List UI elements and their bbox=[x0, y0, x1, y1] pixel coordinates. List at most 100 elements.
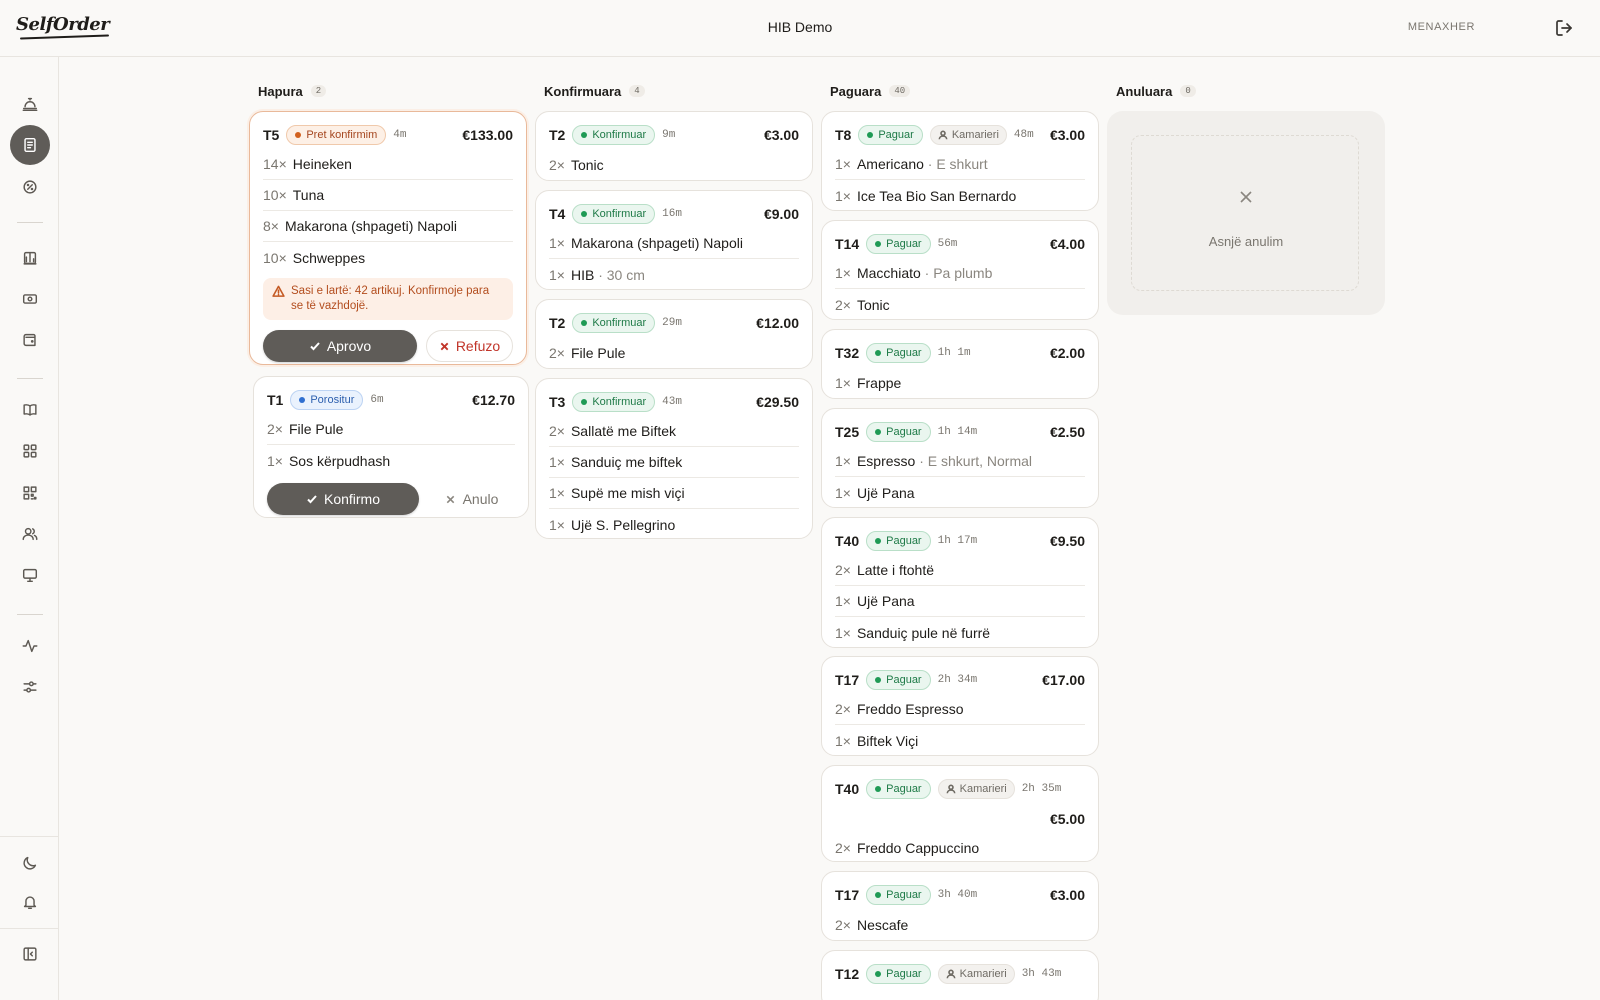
nav-service-bell[interactable] bbox=[10, 84, 50, 124]
order-age: 56m bbox=[937, 238, 958, 250]
nav-activity[interactable] bbox=[10, 626, 50, 666]
nav-staff[interactable] bbox=[10, 514, 50, 554]
collapse-sidebar-button[interactable] bbox=[10, 934, 50, 974]
line-item: Frappe bbox=[856, 374, 902, 391]
nav-payments[interactable] bbox=[10, 279, 50, 319]
waiter-badge: Kamarieri bbox=[937, 964, 1015, 984]
cancel-order-button[interactable]: Anulo bbox=[428, 483, 515, 515]
order-age: 1h 17m bbox=[937, 535, 978, 547]
order-line: 10× Schweppes bbox=[263, 242, 513, 273]
card-header: T17 Paguar 2h 34m €17.00 bbox=[835, 657, 1085, 703]
line-qty: 14× bbox=[263, 156, 287, 172]
card-header: T14 Paguar 56m €4.00 bbox=[835, 221, 1085, 267]
card-actions: Aprovo Refuzo bbox=[263, 330, 513, 362]
order-line: 1× Ujë S. Pellegrino bbox=[549, 509, 799, 540]
column-count: 0 bbox=[1180, 85, 1196, 97]
order-age: 3h 40m bbox=[937, 889, 978, 901]
sidebar-divider bbox=[0, 836, 59, 837]
order-card[interactable]: T12 Paguar Kamarieri 3h 43m bbox=[821, 950, 1099, 1000]
status-dot bbox=[581, 320, 588, 326]
order-card[interactable]: T3 Konfirmuar 43m €29.50 2× Sallatë me Biftek… bbox=[535, 378, 813, 539]
order-line: 2× Tonic bbox=[835, 289, 1085, 320]
nav-qr-codes[interactable] bbox=[10, 473, 50, 513]
notifications-button[interactable] bbox=[10, 882, 50, 922]
order-line: 1× Sanduiç pule në furrë bbox=[835, 617, 1085, 648]
confirm-button[interactable]: Konfirmo bbox=[267, 483, 419, 515]
card-header: T3 Konfirmuar 43m €29.50 bbox=[549, 379, 799, 425]
order-card[interactable]: T8 Paguar Kamarieri 48m €3.00 1× Americano · E… bbox=[821, 111, 1099, 211]
card-header: T5 Pret konfirmim 4m €133.00 bbox=[263, 112, 513, 158]
top-bar: SelfOrder HIB Demo MENAXHER bbox=[0, 0, 1600, 57]
order-card[interactable]: T32 Paguar 1h 1m €2.00 1× Frappe bbox=[821, 329, 1099, 399]
order-card[interactable]: T14 Paguar 56m €4.00 1× Macchiato · Pa plumb 2… bbox=[821, 220, 1099, 320]
order-age: 2h 34m bbox=[937, 674, 978, 686]
order-card[interactable]: T25 Paguar 1h 14m €2.50 1× Espresso · E shkur… bbox=[821, 408, 1099, 508]
warning-triangle-icon bbox=[272, 285, 285, 297]
order-total: €3.00 bbox=[763, 127, 799, 143]
status-badge: Konfirmuar bbox=[572, 125, 656, 145]
order-card[interactable]: T40 Paguar Kamarieri 2h 35m €5.00 2× Freddo Ca… bbox=[821, 765, 1099, 862]
nav-wallet[interactable] bbox=[10, 320, 50, 360]
order-total: €2.00 bbox=[1049, 345, 1085, 361]
order-card[interactable]: T17 Paguar 2h 34m €17.00 2× Freddo Espresso 1×… bbox=[821, 656, 1099, 756]
order-card[interactable]: T17 Paguar 3h 40m €3.00 2× Nescafe bbox=[821, 871, 1099, 941]
nav-separator bbox=[17, 614, 43, 615]
status-dot bbox=[581, 132, 588, 138]
reject-button[interactable]: Refuzo bbox=[426, 330, 513, 362]
order-card[interactable]: T2 Konfirmuar 29m €12.00 2× File Pule bbox=[535, 299, 813, 369]
order-card[interactable]: T5 Pret konfirmim 4m €133.00 14× Heineken… bbox=[249, 111, 527, 365]
line-item: File Pule bbox=[288, 421, 344, 437]
order-age: 4m bbox=[393, 129, 407, 141]
card-header: T1 Porositur 6m €12.70 bbox=[267, 377, 515, 423]
sidebar-collapse-icon bbox=[23, 947, 37, 961]
line-qty: 10× bbox=[263, 187, 287, 203]
line-item: File Pule bbox=[570, 344, 626, 361]
nav-reports[interactable] bbox=[10, 238, 50, 278]
column-paid: Paguara 40 T8 Paguar Kamarieri 48m €3.00 1× Am… bbox=[821, 80, 1101, 1000]
line-qty: 1× bbox=[835, 374, 851, 391]
user-icon bbox=[938, 130, 948, 140]
card-header: T17 Paguar 3h 40m €3.00 bbox=[835, 872, 1085, 918]
nav-orders[interactable] bbox=[10, 125, 50, 165]
close-icon bbox=[446, 495, 454, 503]
table-number: T12 bbox=[835, 966, 860, 982]
order-card[interactable]: T40 Paguar 1h 17m €9.50 2× Latte i ftohtë 1× Uj… bbox=[821, 517, 1099, 648]
order-total: €3.00 bbox=[1049, 127, 1085, 143]
order-card[interactable]: T4 Konfirmuar 16m €9.00 1× Makarona (shpageti… bbox=[535, 190, 813, 290]
nav-discounts[interactable] bbox=[10, 167, 50, 207]
card-header: T25 Paguar 1h 14m €2.50 bbox=[835, 409, 1085, 455]
order-total: €3.00 bbox=[1049, 887, 1085, 903]
line-item: Nescafe bbox=[856, 916, 909, 933]
line-item: Makarona (shpageti) Napoli bbox=[570, 235, 743, 251]
order-age: 43m bbox=[662, 396, 682, 408]
nav-menu[interactable] bbox=[10, 390, 50, 430]
order-card[interactable]: T2 Konfirmuar 9m €3.00 2× Tonic bbox=[535, 111, 813, 181]
logo[interactable]: SelfOrder bbox=[16, 14, 110, 35]
order-total: €12.00 bbox=[756, 315, 799, 331]
theme-toggle[interactable] bbox=[10, 843, 50, 883]
line-qty: 1× bbox=[835, 156, 851, 172]
card-header: T32 Paguar 1h 1m €2.00 bbox=[835, 330, 1085, 376]
line-qty: 2× bbox=[835, 701, 851, 717]
order-age: 29m bbox=[662, 317, 682, 329]
table-number: T25 bbox=[835, 424, 860, 440]
line-qty: 1× bbox=[835, 453, 851, 469]
line-qty: 2× bbox=[549, 156, 565, 173]
line-qty: 2× bbox=[549, 423, 565, 439]
monitor-icon bbox=[22, 568, 38, 583]
column-confirmed: Konfirmuara 4 T2 Konfirmuar 9m €3.00 2× Tonic… bbox=[535, 80, 815, 539]
line-qty: 1× bbox=[835, 187, 851, 204]
nav-categories[interactable] bbox=[10, 431, 50, 471]
line-qty: 1× bbox=[835, 265, 851, 281]
order-card[interactable]: T1 Porositur 6m €12.70 2× File Pule 1× Sos… bbox=[253, 376, 529, 518]
line-item: Sanduiç me biftek bbox=[570, 454, 683, 470]
activity-icon bbox=[22, 639, 38, 653]
line-item: Sos kërpudhash bbox=[288, 452, 391, 469]
nav-displays[interactable] bbox=[10, 555, 50, 595]
logout-icon[interactable] bbox=[1554, 18, 1574, 38]
status-dot bbox=[875, 538, 882, 544]
approve-button[interactable]: Aprovo bbox=[263, 330, 417, 362]
table-number: T1 bbox=[267, 392, 284, 408]
nav-settings[interactable] bbox=[10, 667, 50, 707]
table-number: T17 bbox=[835, 672, 860, 688]
